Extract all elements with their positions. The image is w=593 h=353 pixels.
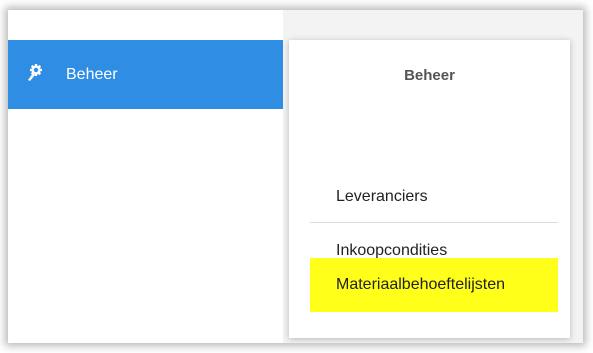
- sidebar-item-label: Beheer: [66, 66, 118, 83]
- menu-item-label: Leveranciers: [336, 188, 428, 205]
- menu-item-label: Materiaalbehoeftelijsten: [336, 276, 505, 293]
- app-window: Beheer Beheer Leveranciers Inkoopconditi…: [8, 10, 583, 343]
- sidebar: Beheer: [8, 10, 283, 343]
- wrench-gear-icon: [28, 64, 42, 81]
- menu-item-materiaalbehoeftelijsten[interactable]: Materiaalbehoeftelijsten: [310, 258, 558, 312]
- sidebar-item-beheer[interactable]: Beheer: [8, 40, 283, 109]
- menu-item-leveranciers[interactable]: Leveranciers: [310, 170, 558, 223]
- submenu-popup: Beheer Leveranciers Inkoopcondities Mate…: [289, 40, 570, 338]
- submenu-title: Beheer: [404, 67, 455, 84]
- screenshot-frame: Beheer Beheer Leveranciers Inkoopconditi…: [0, 0, 593, 353]
